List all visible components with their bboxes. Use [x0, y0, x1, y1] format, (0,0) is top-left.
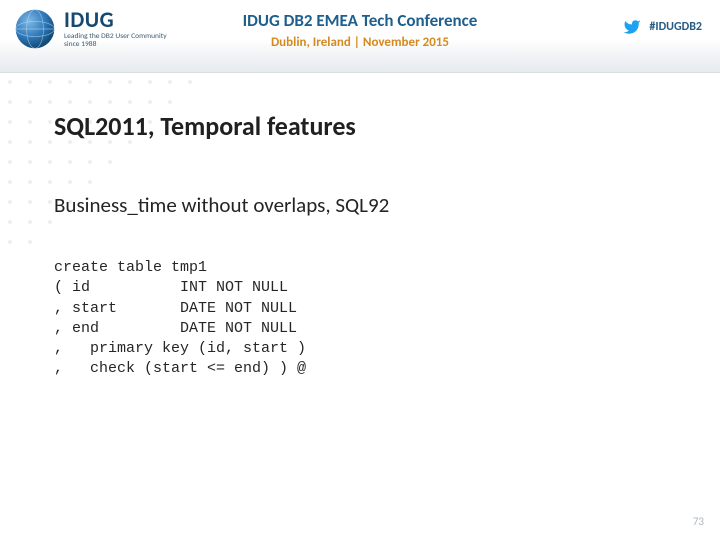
- logo-block: IDUG Leading the DB2 User Community sinc…: [14, 8, 174, 50]
- hashtag-text: #IDUGDB2: [649, 20, 702, 34]
- twitter-bird-icon: [621, 18, 643, 36]
- brand-name: IDUG: [64, 9, 174, 31]
- globe-icon: [14, 8, 56, 50]
- conference-title: IDUG DB2 EMEA Tech Conference: [243, 10, 478, 31]
- slide-title: SQL2011, Temporal features: [54, 110, 680, 142]
- conference-titles: IDUG DB2 EMEA Tech Conference Dublin, Ir…: [243, 10, 478, 50]
- page-number: 73: [693, 515, 704, 528]
- slide-header: IDUG Leading the DB2 User Community sinc…: [0, 0, 720, 73]
- logo-text: IDUG Leading the DB2 User Community sinc…: [64, 9, 174, 50]
- slide-content: SQL2011, Temporal features Business_time…: [54, 110, 680, 380]
- conference-subtitle: Dublin, Ireland | November 2015: [243, 35, 478, 50]
- brand-tagline: Leading the DB2 User Community since 198…: [64, 33, 174, 50]
- slide-subheading: Business_time without overlaps, SQL92: [54, 192, 680, 218]
- sql-code-block: create table tmp1 ( id INT NOT NULL , st…: [54, 258, 680, 380]
- hashtag-block: #IDUGDB2: [621, 18, 702, 36]
